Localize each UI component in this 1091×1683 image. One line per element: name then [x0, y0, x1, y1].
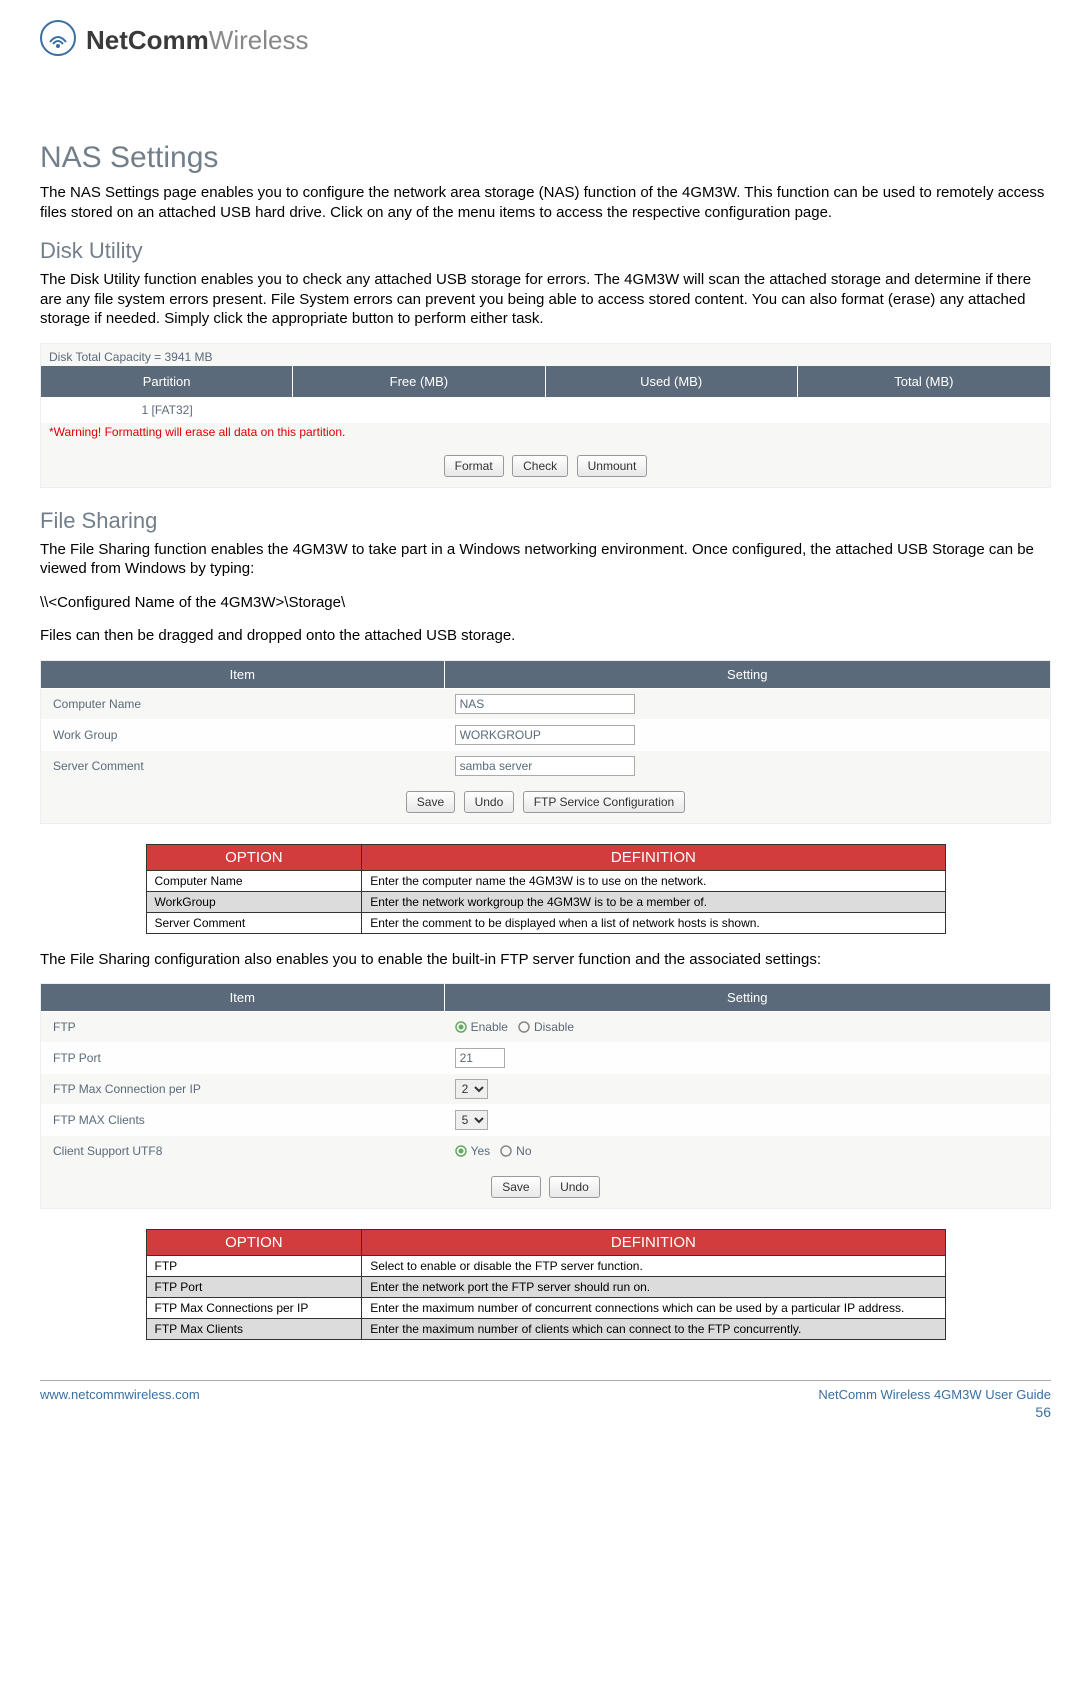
def-opt: WorkGroup [146, 891, 362, 912]
file-sharing-path: \\<Configured Name of the 4GM3W>\Storage… [40, 593, 1051, 613]
computer-name-input[interactable] [455, 694, 635, 714]
col-partition: Partition [41, 366, 293, 397]
def-text: Enter the network port the FTP server sh… [362, 1277, 945, 1298]
file-sharing-p1: The File Sharing function enables the 4G… [40, 540, 1051, 579]
radio-unselected-icon[interactable] [518, 1021, 530, 1033]
def-opt: FTP [146, 1256, 362, 1277]
logo-text-light: Wireless [209, 25, 309, 56]
fs-label: Computer Name [41, 689, 445, 719]
defs-col-definition: DEFINITION [362, 1230, 945, 1256]
ftp-label: FTP [41, 1012, 445, 1042]
ftp-label: Client Support UTF8 [41, 1136, 445, 1166]
file-sharing-panel: Item Setting Computer Name Work Group Se… [40, 660, 1051, 824]
page-title: NAS Settings [40, 141, 1051, 175]
cell-partition: 1 [FAT32] [41, 397, 293, 423]
disk-table-header: Partition Free (MB) Used (MB) Total (MB) [41, 366, 1050, 397]
ftp-col-setting: Setting [445, 984, 1050, 1011]
radio-selected-icon[interactable] [455, 1145, 467, 1157]
logo-text-bold: NetComm [86, 25, 209, 56]
footer-title: NetComm Wireless 4GM3W User Guide [818, 1387, 1051, 1402]
wifi-icon [40, 20, 76, 61]
radio-unselected-icon[interactable] [500, 1145, 512, 1157]
disk-utility-panel: Disk Total Capacity = 3941 MB Partition … [40, 343, 1051, 488]
disk-capacity-label: Disk Total Capacity = 3941 MB [41, 344, 1050, 366]
ftp-row-maxconn: FTP Max Connection per IP 2 [41, 1073, 1050, 1104]
ftp-row-maxclients: FTP MAX Clients 5 [41, 1104, 1050, 1135]
defs-col-option: OPTION [146, 1230, 362, 1256]
def-opt: Computer Name [146, 870, 362, 891]
brand-logo: NetCommWireless [40, 20, 1051, 61]
page-number: 56 [40, 1404, 1051, 1420]
utf8-no-label: No [516, 1144, 531, 1158]
def-text: Enter the maximum number of concurrent c… [362, 1298, 945, 1319]
format-button[interactable]: Format [444, 455, 504, 477]
ftp-label: FTP MAX Clients [41, 1105, 445, 1135]
check-button[interactable]: Check [512, 455, 568, 477]
ftp-maxconn-select[interactable]: 2 [455, 1079, 488, 1099]
file-sharing-p2: Files can then be dragged and dropped on… [40, 626, 1051, 646]
fs-button-row: Save Undo FTP Service Configuration [41, 781, 1050, 823]
cell-free [293, 397, 545, 423]
def-text: Select to enable or disable the FTP serv… [362, 1256, 945, 1277]
ftp-row-port: FTP Port [41, 1042, 1050, 1073]
format-warning: *Warning! Formatting will erase all data… [41, 423, 1050, 445]
disk-utility-heading: Disk Utility [40, 238, 1051, 264]
disk-utility-paragraph: The Disk Utility function enables you to… [40, 270, 1051, 329]
ftp-port-input[interactable] [455, 1048, 505, 1068]
ftp-row-enable: FTP Enable Disable [41, 1011, 1050, 1042]
col-used: Used (MB) [546, 366, 798, 397]
ftp-config-button[interactable]: FTP Service Configuration [523, 791, 686, 813]
ftp-header-row: Item Setting [41, 984, 1050, 1011]
def-text: Enter the computer name the 4GM3W is to … [362, 870, 945, 891]
def-opt: FTP Port [146, 1277, 362, 1298]
defs-col-definition: DEFINITION [362, 844, 945, 870]
col-total: Total (MB) [798, 366, 1050, 397]
def-text: Enter the maximum number of clients whic… [362, 1319, 945, 1340]
fs-definitions-table: OPTIONDEFINITION Computer NameEnter the … [146, 844, 946, 934]
fs-save-button[interactable]: Save [406, 791, 455, 813]
ftp-row-utf8: Client Support UTF8 Yes No [41, 1135, 1050, 1166]
defs-col-option: OPTION [146, 844, 362, 870]
footer-url: www.netcommwireless.com [40, 1387, 200, 1402]
disk-table-row: 1 [FAT32] [41, 397, 1050, 423]
def-opt: Server Comment [146, 912, 362, 933]
def-opt: FTP Max Clients [146, 1319, 362, 1340]
cell-used [546, 397, 798, 423]
utf8-yes-label: Yes [471, 1144, 491, 1158]
fs-label: Server Comment [41, 751, 445, 781]
ftp-label: FTP Port [41, 1043, 445, 1073]
cell-total [798, 397, 1050, 423]
intro-paragraph: The NAS Settings page enables you to con… [40, 183, 1051, 222]
col-free: Free (MB) [293, 366, 545, 397]
fs-label: Work Group [41, 720, 445, 750]
ftp-enable-label: Enable [471, 1020, 508, 1034]
ftp-col-item: Item [41, 984, 445, 1011]
file-sharing-heading: File Sharing [40, 508, 1051, 534]
fs-row-server-comment: Server Comment [41, 750, 1050, 781]
ftp-intro-paragraph: The File Sharing configuration also enab… [40, 950, 1051, 970]
ftp-maxclients-select[interactable]: 5 [455, 1110, 488, 1130]
page-footer: www.netcommwireless.com NetComm Wireless… [40, 1380, 1051, 1402]
def-text: Enter the comment to be displayed when a… [362, 912, 945, 933]
server-comment-input[interactable] [455, 756, 635, 776]
def-opt: FTP Max Connections per IP [146, 1298, 362, 1319]
ftp-button-row: Save Undo [41, 1166, 1050, 1208]
fs-col-item: Item [41, 661, 445, 688]
disk-button-row: Format Check Unmount [41, 445, 1050, 487]
ftp-disable-label: Disable [534, 1020, 574, 1034]
ftp-label: FTP Max Connection per IP [41, 1074, 445, 1104]
fs-row-computer-name: Computer Name [41, 688, 1050, 719]
ftp-save-button[interactable]: Save [491, 1176, 540, 1198]
fs-col-setting: Setting [445, 661, 1050, 688]
radio-selected-icon[interactable] [455, 1021, 467, 1033]
fs-row-workgroup: Work Group [41, 719, 1050, 750]
def-text: Enter the network workgroup the 4GM3W is… [362, 891, 945, 912]
ftp-undo-button[interactable]: Undo [549, 1176, 600, 1198]
ftp-definitions-table: OPTIONDEFINITION FTPSelect to enable or … [146, 1229, 946, 1340]
unmount-button[interactable]: Unmount [577, 455, 648, 477]
fs-header-row: Item Setting [41, 661, 1050, 688]
fs-undo-button[interactable]: Undo [464, 791, 515, 813]
ftp-panel: Item Setting FTP Enable Disable FTP Port… [40, 983, 1051, 1209]
workgroup-input[interactable] [455, 725, 635, 745]
